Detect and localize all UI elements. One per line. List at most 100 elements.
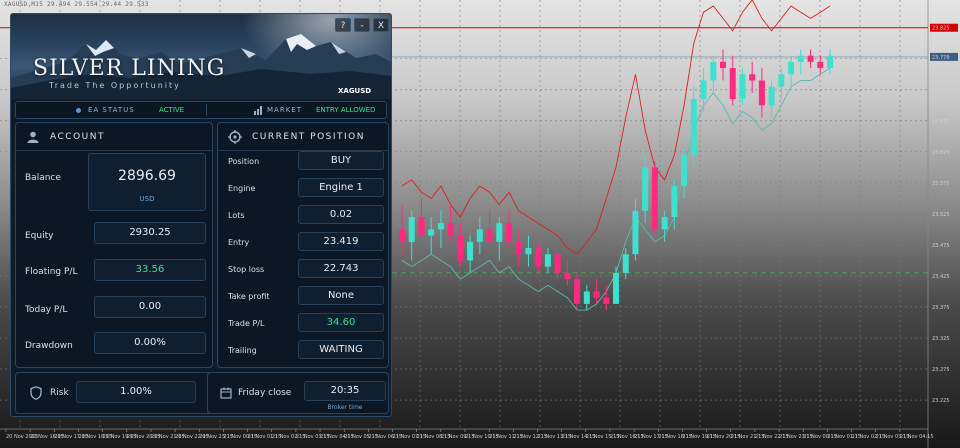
bull-candle [681,154,688,186]
bull-candle [739,74,746,100]
y-tick-label: 23.525 [932,212,950,218]
balance-currency: USD [139,195,155,203]
today-pl-value: 0.00 [94,296,206,318]
bull-candle [476,229,483,242]
bear-candle [564,272,571,280]
y-tick-label: 23.325 [932,336,950,342]
balance-label: Balance [25,173,61,183]
bear-candle [457,235,464,261]
risk-value: 1.00% [76,381,196,403]
friday-close-label: Friday close [238,388,292,398]
bear-candle [535,248,542,267]
status-bar: EA STATUS ACTIVE MARKET ENTRY ALLOWED [15,101,387,119]
bull-candle [778,74,785,87]
app-tagline: Trade The Opportunity [49,81,181,90]
y-tick-label: 23.225 [932,398,950,404]
engine-label: Engine [228,184,256,193]
close-button[interactable]: X [373,18,389,32]
trailing-label: Trailing [228,346,257,355]
floating-pl-label: Floating P/L [25,267,78,277]
bear-candle [817,61,824,69]
bull-candle [437,223,444,230]
take-profit-label: Take profit [228,292,270,301]
bear-candle [486,229,493,242]
account-card: ACCOUNT Balance 2896.69 USD Equity 2930.… [15,122,213,368]
y-tick-label: 23.425 [932,274,950,280]
bull-candle [671,185,678,217]
bear-candle [554,254,561,273]
account-title: ACCOUNT [50,132,105,142]
market-label: MARKET [267,106,302,114]
shield-icon [30,386,42,400]
crosshair-target-icon [228,130,242,144]
lots-value: 0.02 [298,205,384,224]
trailing-value: WAITING [298,340,384,359]
lots-label: Lots [228,211,245,220]
y-tick-label: 23.725 [932,88,950,94]
ea-panel: SILVER LINING Trade The Opportunity XAGU… [10,13,392,417]
y-tick-label: 23.375 [932,305,950,311]
help-button[interactable]: ? [335,18,351,32]
y-tick-label: 23.575 [932,181,950,187]
bear-candle [720,61,726,69]
broker-time-caption: Broker time [327,404,363,411]
calendar-icon [220,387,232,399]
app-logo: SILVER LINING [33,56,226,81]
drawdown-label: Drawdown [25,341,73,351]
bear-candle [418,217,425,236]
bull-candle [827,55,833,69]
y-tick-label: 23.475 [932,243,950,249]
floating-pl-value: 33.56 [94,259,206,281]
bull-candle [642,167,649,211]
bull-candle [583,291,590,304]
symbol-label: XAGUSD [338,87,372,95]
bear-candle [749,74,756,81]
bear-candle [758,80,765,106]
risk-card: Risk 1.00% [15,372,213,414]
bull-candle [700,80,707,100]
entry-value: 23.419 [298,232,384,251]
minimize-button[interactable]: - [354,18,370,32]
friday-close-value: 20:35 [304,381,386,401]
bear-candle [651,167,658,230]
position-value: BUY [298,151,384,170]
balance-box: 2896.69 USD [88,153,206,211]
y-tick-label: 23.675 [932,119,950,125]
stop-loss-label: Stop loss [228,265,265,274]
chart-title-strip: XAGUSD,M15 29.494 29.554 29.44 29.533 [4,1,149,8]
equity-value: 2930.25 [94,222,206,244]
bull-candle [544,254,551,267]
bear-candle [593,291,600,298]
balance-value: 2896.69 [118,168,176,184]
friday-close-card: Friday close 20:35 Broker time [207,372,389,414]
bull-candle [467,241,474,261]
trade-pl-label: Trade P/L [228,319,265,328]
ea-status-dot-icon [76,108,81,113]
bull-candle [788,61,795,75]
red-level-price-text: 23.825 [932,26,950,32]
engine-value: Engine 1 [298,178,384,197]
bull-candle [428,229,435,236]
current-price-text: 23.778 [932,55,950,61]
y-tick-label: 23.625 [932,150,950,156]
stop-loss-value: 22.743 [298,259,384,278]
bull-candle [408,217,415,242]
bull-candle [661,217,668,230]
bear-candle [807,55,814,62]
bull-candle [622,254,629,273]
take-profit-value: None [298,286,384,305]
ea-status-value: ACTIVE [159,106,185,114]
entry-label: Entry [228,238,250,247]
position-title: CURRENT POSITION [252,132,366,142]
panel-header[interactable]: SILVER LINING Trade The Opportunity XAGU… [11,14,391,99]
bear-candle [729,68,736,100]
status-divider [206,104,207,116]
drawdown-value: 0.00% [94,332,206,354]
y-tick-label: 23.275 [932,367,950,373]
position-label: Position [228,157,260,166]
bear-candle [399,229,405,242]
bull-candle [768,86,775,106]
ea-status-label: EA STATUS [88,106,135,114]
equity-label: Equity [25,231,54,241]
bull-candle [690,99,697,155]
